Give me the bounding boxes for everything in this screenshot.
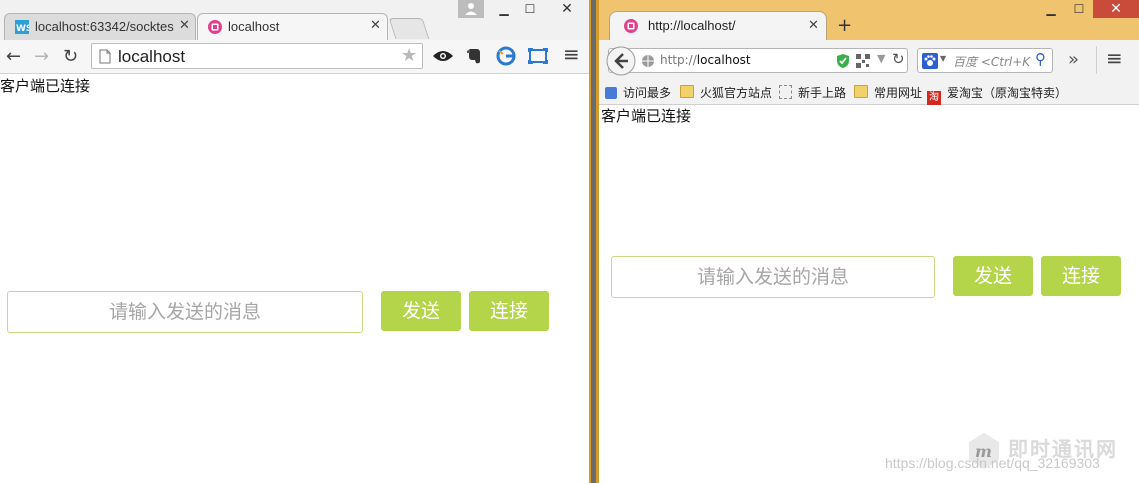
firefox-tab-strip: http://localhost/ ✕ + ▁ ☐ ✕ [599,0,1139,40]
qr-code-icon[interactable] [856,54,870,68]
bookmark-most-visited[interactable]: 访问最多 [605,84,671,101]
page-icon [605,87,617,99]
tab-localhost[interactable]: http://localhost/ ✕ [609,11,827,40]
menu-icon[interactable]: ≡ [563,42,580,66]
tab-label: http://localhost/ [648,18,736,33]
message-input[interactable] [7,291,363,333]
send-button[interactable]: 发送 [953,256,1033,296]
bookmark-star-icon[interactable]: ★ [401,45,417,66]
tab-label: localhost:63342/socktes [35,19,174,34]
send-button[interactable]: 发送 [381,291,461,331]
baidu-paw-icon[interactable] [922,53,938,69]
eye-icon[interactable] [432,49,454,63]
address-bar[interactable]: localhost ★ [91,43,423,69]
chrome-toolbar: ← → ↻ localhost ★ ≡ [0,40,589,74]
search-icon[interactable]: ⚲ [1035,50,1046,68]
dropdown-icon[interactable]: ▼ [877,52,885,65]
connection-status: 客户端已连接 [0,77,91,95]
search-placeholder: 百度 <Ctrl+K [953,55,1031,69]
folder-icon [854,85,868,98]
evernote-icon[interactable] [466,47,482,65]
bookmark-firefox-official[interactable]: 火狐官方站点 [680,84,772,101]
cast-icon[interactable] [528,48,548,64]
svg-text:WS: WS [16,24,29,34]
page-icon [99,49,111,64]
app-icon [208,20,222,34]
back-icon[interactable]: ← [6,40,21,73]
tab-close-icon[interactable]: ✕ [370,18,381,34]
address-bar[interactable]: http://localhost ▼ ↻ [606,46,908,76]
globe-icon [642,55,654,67]
maximize-icon[interactable]: ☐ [1069,0,1089,18]
tab-label: localhost [228,19,280,34]
taobao-icon: 淘 [927,91,941,105]
bookmark-ai-taobao[interactable]: 淘爱淘宝（原淘宝特卖） [927,84,1067,105]
menu-icon[interactable]: ≡ [1106,46,1123,70]
connection-status: 客户端已连接 [601,107,692,125]
watermark-url: https://blog.csdn.net/qq_32169303 [885,455,1100,471]
extension-g-icon[interactable] [496,46,516,66]
bookmarks-toolbar: 访问最多 火狐官方站点 新手上路 常用网址 淘爱淘宝（原淘宝特卖） [599,80,1139,105]
bookmark-getting-started[interactable]: 新手上路 [779,84,846,101]
address-text: localhost [118,47,186,66]
tab-localhost[interactable]: localhost ✕ [197,13,388,40]
bookmark-common-sites[interactable]: 常用网址 [854,84,922,101]
forward-icon[interactable]: → [34,40,49,73]
reload-icon[interactable]: ↻ [892,50,905,68]
tab-close-icon[interactable]: ✕ [808,18,819,33]
new-tab-button[interactable] [388,18,430,39]
tab-close-icon[interactable]: ✕ [179,18,190,34]
tab-socktes[interactable]: WS localhost:63342/socktes ✕ [4,13,196,40]
toolbar-separator [1096,46,1097,74]
chrome-tab-strip: WS localhost:63342/socktes ✕ localhost ✕… [0,0,589,40]
folder-icon [680,85,694,98]
search-bar[interactable]: ▼ 百度 <Ctrl+K ⚲ [917,48,1053,73]
connect-button[interactable]: 连接 [469,291,549,331]
address-text: http://localhost [660,53,751,67]
message-input[interactable] [611,256,935,298]
app-icon [624,19,638,33]
firefox-window: http://localhost/ ✕ + ▁ ☐ ✕ http://local… [599,0,1139,483]
webstorm-icon: WS [15,20,29,34]
close-window-icon[interactable]: ✕ [545,0,589,18]
firefox-navbar: http://localhost ▼ ↻ ▼ 百度 <Ctrl+K ⚲ » ≡ [599,40,1139,80]
connect-button[interactable]: 连接 [1041,256,1121,296]
minimize-icon[interactable]: ▁ [494,0,514,18]
back-icon[interactable] [605,45,637,77]
profile-icon[interactable] [458,0,484,18]
chrome-window: WS localhost:63342/socktes ✕ localhost ✕… [0,0,589,483]
overflow-chevron-icon[interactable]: » [1068,49,1079,70]
blank-page-icon [779,85,792,99]
reload-icon[interactable]: ↻ [63,40,78,73]
close-window-icon[interactable]: ✕ [1093,0,1139,18]
maximize-icon[interactable]: ☐ [520,0,540,18]
new-tab-icon[interactable]: + [837,15,852,36]
window-divider [589,0,599,483]
engine-dropdown-icon[interactable]: ▼ [940,54,946,63]
shield-icon[interactable] [836,53,850,69]
minimize-icon[interactable]: ▁ [1041,0,1061,18]
